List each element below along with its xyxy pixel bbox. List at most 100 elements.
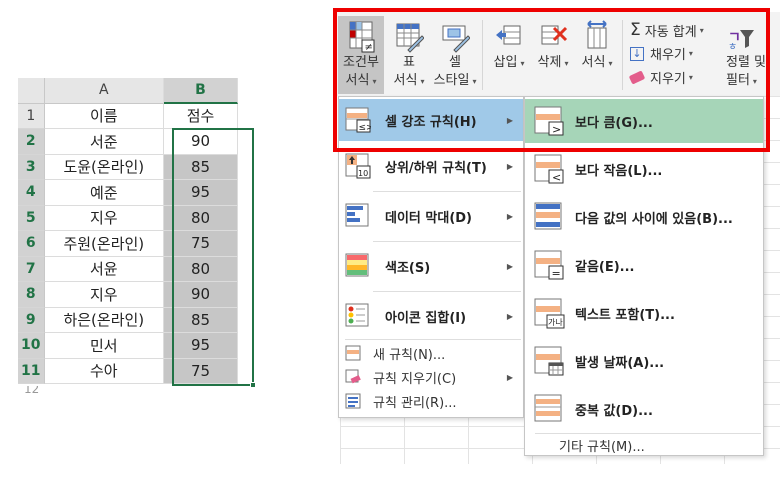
svg-text:ㅎ: ㅎ — [728, 42, 737, 53]
row-header[interactable]: 10 — [18, 333, 45, 359]
row-header[interactable]: 1 — [18, 103, 45, 129]
cell-b3[interactable]: 85 — [164, 154, 238, 180]
delete-button[interactable]: 삭제 ▾ — [532, 16, 574, 73]
color-scales-icon — [345, 253, 371, 279]
delete-cells-icon — [538, 20, 568, 54]
select-all-corner[interactable] — [18, 78, 45, 104]
submenu-item-between[interactable]: 다음 값의 사이에 있음(B)... — [525, 195, 763, 239]
column-header-a[interactable]: A — [44, 78, 165, 104]
cell-a11[interactable]: 수아 — [44, 358, 165, 384]
table-row: 7 서윤 80 — [18, 256, 238, 282]
cell-b7[interactable]: 80 — [164, 256, 238, 282]
cell-b4[interactable]: 95 — [164, 180, 238, 206]
submenu-item-label: 발생 날짜(A)... — [575, 355, 665, 371]
chevron-right-icon: ▶ — [506, 211, 513, 221]
row-header[interactable]: 8 — [18, 282, 45, 308]
submenu-item-label: 보다 작음(L)... — [575, 163, 663, 179]
cell-a9[interactable]: 하은(온라인) — [44, 307, 165, 333]
row-header[interactable]: 5 — [18, 205, 45, 231]
caret-down-icon: ▾ — [688, 73, 693, 82]
insert-button[interactable]: 삽입 ▾ — [488, 16, 530, 73]
caret-down-icon: ▾ — [564, 59, 569, 68]
cell-b5[interactable]: 80 — [164, 205, 238, 231]
cell-b1[interactable]: 점수 — [164, 103, 238, 129]
row-header[interactable]: 7 — [18, 256, 45, 282]
table-row: 2 서준 90 — [18, 129, 238, 155]
ribbon-separator — [622, 20, 623, 90]
sort-filter-icon: ㄱ ㅎ — [726, 20, 756, 54]
autosum-button[interactable]: Σ 자동 합계 ▾ — [630, 20, 704, 40]
cell-b11[interactable]: 75 — [164, 358, 238, 384]
submenu-item-less-than[interactable]: < 보다 작음(L)... — [525, 147, 763, 191]
cell-a1[interactable]: 이름 — [44, 103, 165, 129]
menu-separator — [373, 191, 521, 192]
row-header[interactable]: 6 — [18, 231, 45, 257]
format-as-table-button[interactable]: 표 서식 ▾ — [388, 16, 430, 91]
row-header[interactable]: 2 — [18, 129, 45, 155]
sort-filter-button[interactable]: ㄱ ㅎ 정렬 및 필터 ▾ — [726, 16, 776, 91]
row-header[interactable]: 9 — [18, 307, 45, 333]
menu-item-data-bars[interactable]: 데이터 막대(D) ▶ — [339, 195, 523, 237]
cell-b2[interactable]: 90 — [164, 129, 238, 155]
caret-down-icon: ▾ — [420, 77, 425, 86]
table-row: 11 수아 75 — [18, 358, 238, 384]
menu-item-label: 규칙 지우기(C) — [373, 371, 457, 387]
menu-item-color-scales[interactable]: 색조(S) ▶ — [339, 245, 523, 287]
submenu-item-greater-than[interactable]: > 보다 큼(G)... — [525, 99, 763, 143]
row-header[interactable]: 4 — [18, 180, 45, 206]
submenu-item-label: 텍스트 포함(T)... — [575, 307, 675, 323]
menu-item-top-bottom-rules[interactable]: 10 상위/하위 규칙(T) ▶ — [339, 145, 523, 187]
menu-item-label: 아이콘 집합(I) — [385, 310, 467, 326]
conditional-formatting-button[interactable]: ≠ 조건부 서식 ▾ — [338, 16, 384, 94]
fill-handle[interactable] — [250, 382, 256, 388]
cell-b9[interactable]: 85 — [164, 307, 238, 333]
clear-button[interactable]: 지우기 ▾ — [628, 68, 693, 87]
sort-filter-label-1: 정렬 및 — [726, 55, 767, 70]
cell-b8[interactable]: 90 — [164, 282, 238, 308]
eraser-icon — [628, 70, 646, 85]
fill-button[interactable]: ↓ 채우기 ▾ — [630, 44, 693, 63]
caret-down-icon: ▾ — [699, 25, 704, 35]
equal-to-icon: = — [533, 249, 565, 281]
column-header-b[interactable]: B — [164, 78, 238, 104]
submenu-item-equal-to[interactable]: = 같음(E)... — [525, 243, 763, 287]
menu-item-clear-rules[interactable]: 규칙 지우기(C) ▶ — [339, 365, 523, 389]
svg-text:가나: 가나 — [548, 318, 563, 327]
menu-item-highlight-cells-rules[interactable]: ≤> 셀 강조 규칙(H) ▶ — [339, 99, 523, 141]
submenu-item-more-rules[interactable]: 기타 규칙(M)... — [525, 434, 763, 456]
menu-item-icon-sets[interactable]: 아이콘 집합(I) ▶ — [339, 295, 523, 337]
row-header[interactable]: 11 — [18, 358, 45, 384]
submenu-item-text-contains[interactable]: 가나 텍스트 포함(T)... — [525, 291, 763, 335]
menu-item-new-rule[interactable]: 새 규칙(N)... — [339, 341, 523, 365]
cell-styles-icon — [440, 20, 471, 54]
table-row: 4 예준 95 — [18, 180, 238, 206]
insert-label: 삽입 ▾ — [493, 55, 525, 70]
row-header[interactable]: 3 — [18, 154, 45, 180]
cell-b6[interactable]: 75 — [164, 231, 238, 257]
cell-a4[interactable]: 예준 — [44, 180, 165, 206]
cell-a8[interactable]: 지우 — [44, 282, 165, 308]
menu-separator — [345, 339, 521, 340]
top-bottom-rules-icon: 10 — [345, 153, 371, 179]
less-than-icon: < — [533, 153, 565, 185]
menu-separator — [373, 291, 521, 292]
cell-b10[interactable]: 95 — [164, 333, 238, 359]
menu-item-label: 색조(S) — [385, 260, 431, 276]
cell-a6[interactable]: 주원(온라인) — [44, 231, 165, 257]
chevron-right-icon: ▶ — [506, 115, 513, 125]
submenu-item-date-occurring[interactable]: 발생 날짜(A)... — [525, 339, 763, 383]
clear-rules-icon — [345, 369, 361, 385]
cell-styles-button[interactable]: 셀 스타일 ▾ — [432, 16, 478, 91]
greater-than-icon: > — [533, 105, 565, 137]
menu-item-manage-rules[interactable]: 규칙 관리(R)... — [339, 389, 523, 413]
submenu-item-duplicate-values[interactable]: 중복 값(D)... — [525, 387, 763, 431]
cell-a10[interactable]: 민서 — [44, 333, 165, 359]
format-button[interactable]: 서식 ▾ — [576, 16, 618, 73]
cell-a3[interactable]: 도윤(온라인) — [44, 154, 165, 180]
cell-a7[interactable]: 서윤 — [44, 256, 165, 282]
caret-down-icon: ▾ — [472, 77, 477, 86]
cell-a5[interactable]: 지우 — [44, 205, 165, 231]
sort-filter-label-2: 필터 ▾ — [726, 73, 757, 88]
cell-a2[interactable]: 서준 — [44, 129, 165, 155]
submenu-item-label: 보다 큼(G)... — [575, 115, 653, 131]
